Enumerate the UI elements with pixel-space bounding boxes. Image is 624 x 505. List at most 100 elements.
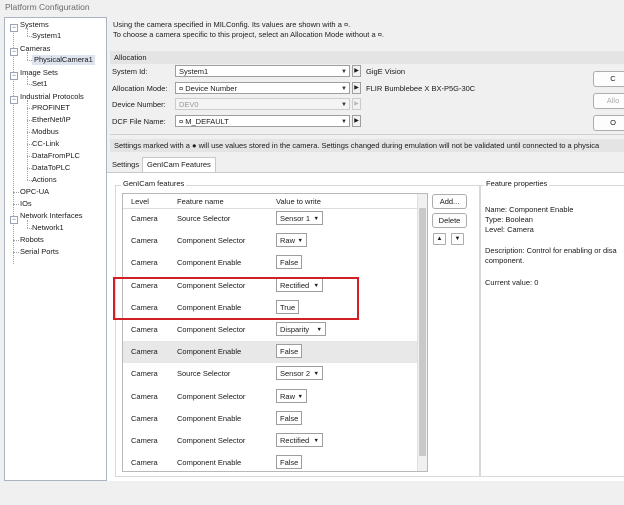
allocation-mode-select[interactable]: ¤ Device Number ▼ bbox=[175, 82, 350, 94]
table-row[interactable]: Camera Component Selector Raw ▼ bbox=[123, 230, 417, 252]
cell-level: Camera bbox=[131, 436, 158, 445]
scrollbar-thumb[interactable] bbox=[419, 208, 426, 456]
table-header: Level Feature name Value to write bbox=[123, 194, 417, 209]
tree-item-data-to-plc[interactable]: DataToPLC bbox=[32, 163, 70, 173]
allocation-button-1[interactable]: C bbox=[593, 71, 624, 87]
table-row[interactable]: Camera Component Enable False bbox=[123, 341, 417, 364]
cell-level: Camera bbox=[131, 369, 158, 379]
cell-feature-name: Component Enable bbox=[177, 458, 242, 468]
system-id-arrow-button[interactable]: ▶ bbox=[352, 65, 361, 77]
chevron-down-icon: ▼ bbox=[341, 102, 347, 108]
cell-level: Camera bbox=[131, 413, 158, 423]
column-header-value: Value to write bbox=[276, 197, 321, 206]
move-down-icon[interactable]: ▼ bbox=[451, 233, 464, 245]
tree-item-network1[interactable]: Network1 bbox=[32, 223, 64, 233]
chevron-down-icon: ▼ bbox=[341, 86, 347, 92]
property-current-value: Current value: 0 bbox=[485, 278, 539, 287]
tree-item-cameras[interactable]: Cameras bbox=[20, 44, 50, 54]
allocation-mode-label: Allocation Mode: bbox=[112, 84, 168, 93]
tab-settings[interactable]: Settings bbox=[108, 158, 143, 172]
cell-feature-name: Component Enable bbox=[177, 347, 242, 357]
add-feature-button[interactable]: Add... bbox=[432, 194, 467, 209]
tree-item-ethernet-ip[interactable]: EtherNet/IP bbox=[32, 115, 71, 125]
vertical-scrollbar[interactable] bbox=[417, 194, 427, 471]
table-row[interactable]: Camera Source Selector Sensor 2 ▼ bbox=[123, 363, 417, 385]
table-row[interactable]: Camera Component Enable False bbox=[123, 252, 417, 274]
allocation-button-3[interactable]: O bbox=[593, 115, 624, 131]
device-number-select: DEV0 ▼ bbox=[175, 98, 350, 110]
column-header-level: Level bbox=[131, 197, 149, 206]
table-row[interactable]: Camera Source Selector Sensor 1 ▼ bbox=[123, 208, 417, 230]
allocation-mode-arrow-button[interactable]: ▶ bbox=[352, 82, 361, 94]
chevron-down-icon: ▼ bbox=[297, 238, 303, 245]
tree-item-network-interfaces[interactable]: Network Interfaces bbox=[20, 211, 83, 221]
cell-feature-name: Source Selector bbox=[177, 214, 231, 223]
collapse-icon[interactable]: − bbox=[10, 216, 18, 224]
tree-item-physical-camera1[interactable]: PhysicalCamera1 bbox=[32, 55, 95, 65]
tree-item-systems[interactable]: Systems bbox=[20, 20, 49, 30]
device-number-label: Device Number: bbox=[112, 100, 166, 109]
tree-item-robots[interactable]: Robots bbox=[20, 235, 44, 245]
property-description: Description: Control for enabling or dis… bbox=[485, 246, 617, 255]
dcf-file-value: ¤ M_DEFAULT bbox=[179, 117, 229, 126]
value-dropdown[interactable]: Raw ▼ bbox=[276, 388, 307, 403]
tree-item-ios[interactable]: IOs bbox=[20, 199, 32, 209]
tree-item-image-sets[interactable]: Image Sets bbox=[20, 68, 58, 78]
collapse-icon[interactable]: − bbox=[10, 72, 18, 80]
table-row[interactable]: Camera Component Enable False bbox=[123, 408, 417, 430]
dcf-file-select[interactable]: ¤ M_DEFAULT ▼ bbox=[175, 115, 350, 127]
table-row[interactable]: Camera Component Selector Raw ▼ bbox=[123, 386, 417, 408]
value-field[interactable]: False bbox=[276, 344, 302, 359]
tab-genicam-features[interactable]: GenICam Features bbox=[142, 157, 216, 173]
cell-value: False bbox=[280, 413, 299, 423]
value-field[interactable]: False bbox=[276, 255, 302, 270]
value-dropdown[interactable]: Raw ▼ bbox=[276, 233, 307, 248]
cell-feature-name: Component Enable bbox=[177, 258, 242, 268]
tree-item-industrial-protocols[interactable]: Industrial Protocols bbox=[20, 92, 84, 102]
property-level: Level: Camera bbox=[485, 225, 534, 234]
tree-item-cc-link[interactable]: CC-Link bbox=[32, 139, 59, 149]
feature-properties-title: Feature properties bbox=[484, 179, 550, 188]
cell-value: Disparity bbox=[280, 325, 310, 334]
tree-connector bbox=[13, 204, 19, 205]
collapse-icon[interactable]: − bbox=[10, 24, 18, 32]
value-field[interactable]: False bbox=[276, 455, 302, 470]
chevron-down-icon: ▼ bbox=[297, 393, 303, 400]
tree-item-set1[interactable]: Set1 bbox=[32, 79, 47, 89]
tree-item-system1[interactable]: System1 bbox=[32, 31, 61, 41]
tree-item-actions[interactable]: Actions bbox=[32, 175, 57, 185]
tree-item-data-from-plc[interactable]: DataFromPLC bbox=[32, 151, 80, 161]
value-dropdown[interactable]: Disparity ▼ bbox=[276, 322, 326, 336]
value-dropdown[interactable]: Sensor 2 ▼ bbox=[276, 366, 323, 381]
navigation-tree[interactable]: − Systems System1 − Cameras PhysicalCame… bbox=[4, 17, 107, 481]
tree-item-profinet[interactable]: PROFINET bbox=[32, 103, 70, 113]
chevron-down-icon: ▼ bbox=[316, 327, 322, 333]
collapse-icon[interactable]: − bbox=[10, 48, 18, 56]
property-description-cont: component. bbox=[485, 256, 525, 265]
allocation-header: Allocation bbox=[110, 51, 624, 64]
table-row[interactable]: Camera Component Enable False bbox=[123, 452, 417, 471]
emulation-notice: Settings marked with a ● will use values… bbox=[110, 139, 624, 152]
cell-level: Camera bbox=[131, 236, 158, 246]
delete-feature-button[interactable]: Delete bbox=[432, 213, 467, 228]
info-line: Using the camera specified in MILConfig.… bbox=[113, 20, 351, 29]
move-up-icon[interactable]: ▲ bbox=[433, 233, 446, 245]
value-dropdown[interactable]: Sensor 1 ▼ bbox=[276, 211, 323, 225]
dcf-file-arrow-button[interactable]: ▶ bbox=[352, 115, 361, 127]
cell-level: Camera bbox=[131, 347, 158, 357]
table-row[interactable]: Camera Component Selector Rectified ▼ bbox=[123, 430, 417, 452]
collapse-icon[interactable]: − bbox=[10, 96, 18, 104]
genicam-features-table[interactable]: Level Feature name Value to write Camera… bbox=[122, 193, 428, 472]
tree-connector bbox=[13, 192, 19, 193]
tree-item-serial-ports[interactable]: Serial Ports bbox=[20, 247, 59, 257]
chevron-down-icon: ▼ bbox=[313, 438, 319, 444]
value-dropdown[interactable]: Rectified ▼ bbox=[276, 433, 323, 447]
interface-type-text: GigE Vision bbox=[366, 67, 406, 76]
tree-item-modbus[interactable]: Modbus bbox=[32, 127, 59, 137]
cell-value: Raw bbox=[280, 236, 296, 246]
tree-item-opc-ua[interactable]: OPC-UA bbox=[20, 187, 49, 197]
system-id-select[interactable]: System1 ▼ bbox=[175, 65, 350, 77]
value-field[interactable]: False bbox=[276, 410, 302, 425]
allocation-button-2: Allo bbox=[593, 93, 624, 109]
table-row[interactable]: Camera Component Selector Disparity ▼ bbox=[123, 319, 417, 341]
